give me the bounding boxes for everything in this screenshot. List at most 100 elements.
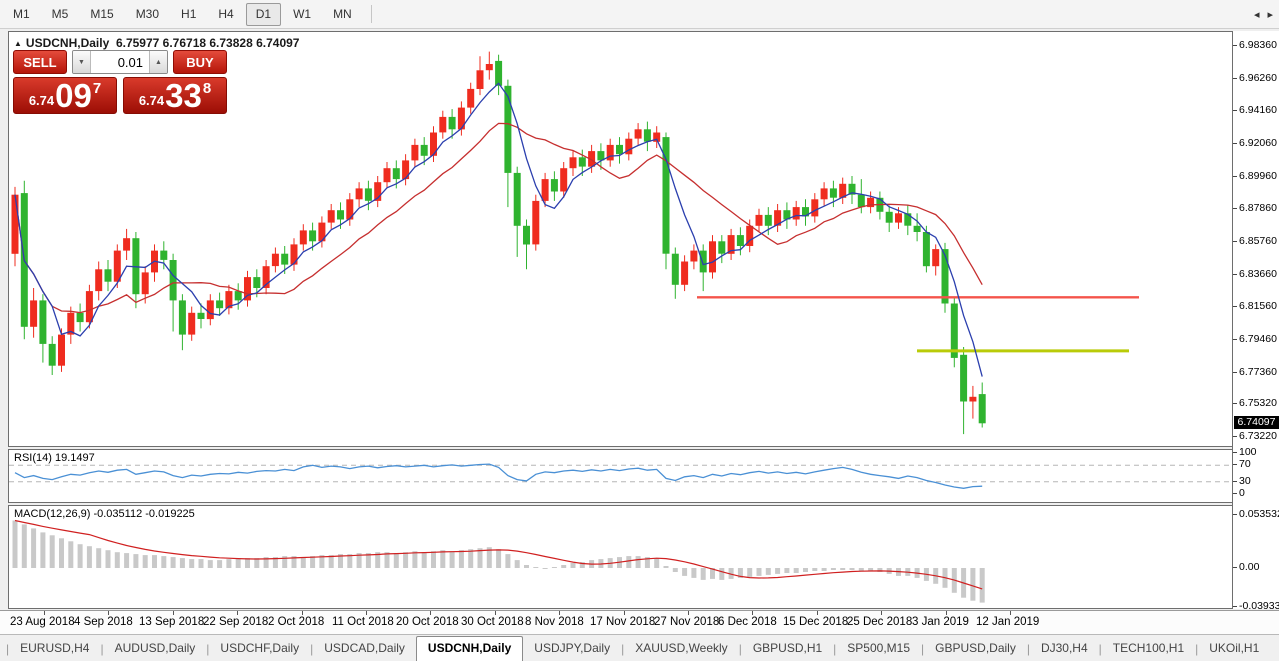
chart-tab-SP500-M15[interactable]: SP500,M15: [836, 637, 921, 661]
timeframe-button-MN[interactable]: MN: [323, 3, 362, 26]
chart-tab-bar: | EURUSD,H4|AUDUSD,Daily|USDCHF,Daily|US…: [0, 634, 1279, 661]
price-axis-label: 6.96260: [1239, 72, 1277, 84]
date-axis-tick: [44, 611, 45, 615]
date-axis-tick: [881, 611, 882, 615]
macd-axis-label: 0.00: [1239, 561, 1259, 573]
timeframe-button-M5[interactable]: M5: [42, 3, 79, 26]
timeframe-button-W1[interactable]: W1: [283, 3, 321, 26]
date-axis-tick: [108, 611, 109, 615]
chart-tab-USDJPY-Daily[interactable]: USDJPY,Daily: [523, 637, 621, 661]
date-axis-label: 17 Nov 2018: [590, 616, 655, 628]
timeframe-button-M30[interactable]: M30: [126, 3, 169, 26]
chart-tab-GBPUSD-Daily[interactable]: GBPUSD,Daily: [924, 637, 1027, 661]
price-axis-label: 6.77360: [1239, 366, 1277, 378]
price-axis-label: 6.85760: [1239, 235, 1277, 247]
price-axis-label: 6.98360: [1239, 39, 1277, 51]
sell-button[interactable]: SELL: [13, 50, 67, 74]
axis-tick: [1233, 493, 1237, 494]
tab-scroll-right-icon[interactable]: ▸: [1267, 9, 1273, 21]
date-axis-tick: [366, 611, 367, 615]
axis-tick: [1233, 514, 1237, 515]
date-axis-tick: [688, 611, 689, 615]
sell-price-display[interactable]: 6.74 09 7: [13, 77, 117, 114]
axis-tick: [1233, 403, 1237, 404]
date-axis-label: 30 Oct 2018: [461, 616, 524, 628]
date-axis-tick: [817, 611, 818, 615]
chart-tab-TECH100-H1[interactable]: TECH100,H1: [1102, 637, 1195, 661]
date-axis-label: 27 Nov 2018: [654, 616, 719, 628]
chart-ohlc-values: 6.75977 6.76718 6.73828 6.74097: [116, 36, 300, 50]
chart-tab-DJ30-H4[interactable]: DJ30,H4: [1030, 637, 1099, 661]
tab-separator: |: [1195, 642, 1198, 656]
buy-button[interactable]: BUY: [173, 50, 227, 74]
axis-tick: [1233, 45, 1237, 46]
lot-decrease-button[interactable]: ▼: [73, 51, 91, 73]
axis-tick: [1233, 372, 1237, 373]
date-axis-label: 12 Jan 2019: [976, 616, 1039, 628]
timeframe-button-M15[interactable]: M15: [80, 3, 123, 26]
chart-tab-XAUUSD-Weekly[interactable]: XAUUSD,Weekly: [624, 637, 738, 661]
axis-tick: [1233, 143, 1237, 144]
date-axis-label: 6 Dec 2018: [718, 616, 777, 628]
date-axis-tick: [1010, 611, 1011, 615]
axis-tick: [1233, 274, 1237, 275]
price-axis-label: 6.83660: [1239, 268, 1277, 280]
date-axis-tick: [559, 611, 560, 615]
sell-price-big-digits: 09: [55, 81, 92, 111]
price-axis-label: 6.94160: [1239, 104, 1277, 116]
macd-chart-canvas: [9, 506, 1232, 608]
axis-tick: [1233, 481, 1237, 482]
tab-separator: |: [621, 642, 624, 656]
rsi-axis-label: 70: [1239, 458, 1251, 470]
buy-price-display[interactable]: 6.74 33 8: [123, 77, 227, 114]
tab-separator: |: [833, 642, 836, 656]
axis-tick: [1233, 78, 1237, 79]
chart-title: ▲ USDCNH,Daily 6.75977 6.76718 6.73828 6.…: [14, 36, 299, 50]
date-axis-tick: [752, 611, 753, 615]
date-axis-tick: [624, 611, 625, 615]
lot-increase-button[interactable]: ▲: [149, 51, 167, 73]
timeframe-button-D1[interactable]: D1: [246, 3, 281, 26]
timeframe-toolbar: M1M5M15M30H1H4D1W1MN: [0, 0, 1279, 29]
axis-tick: [1233, 606, 1237, 607]
chart-tab-USDCAD-Daily[interactable]: USDCAD,Daily: [313, 637, 416, 661]
chart-tab-USDCHF-Daily[interactable]: USDCHF,Daily: [209, 637, 310, 661]
timeframe-button-H4[interactable]: H4: [208, 3, 243, 26]
price-axis-label: 6.79460: [1239, 333, 1277, 345]
tab-separator: |: [1099, 642, 1102, 656]
buy-price-big-digits: 33: [165, 81, 202, 111]
price-axis[interactable]: 6.983606.962606.941606.920606.899606.878…: [1232, 31, 1279, 609]
price-axis-label: 6.89960: [1239, 170, 1277, 182]
chart-tab-UKOil-H1[interactable]: UKOil,H1: [1198, 637, 1270, 661]
tab-separator: |: [1027, 642, 1030, 656]
price-axis-label: 6.92060: [1239, 137, 1277, 149]
one-click-trading-widget: SELL ▼ 0.01 ▲ BUY 6.74 09 7 6.74 33 8: [13, 50, 231, 114]
timeframe-button-H1[interactable]: H1: [171, 3, 206, 26]
tab-separator: |: [6, 642, 9, 656]
timeframe-button-M1[interactable]: M1: [3, 3, 40, 26]
chart-symbol-label: USDCNH,Daily: [26, 36, 109, 50]
collapse-triangle-icon[interactable]: ▲: [14, 39, 22, 48]
lot-size-input[interactable]: 0.01: [91, 51, 149, 73]
tab-scroll-left-icon[interactable]: ◂: [1254, 9, 1260, 21]
price-axis-label: 6.73220: [1239, 430, 1277, 442]
axis-tick: [1233, 452, 1237, 453]
date-axis-label: 22 Sep 2018: [203, 616, 268, 628]
date-axis-label: 15 Dec 2018: [783, 616, 848, 628]
rsi-indicator-panel: RSI(14) 19.1497: [8, 449, 1233, 503]
chart-tab-USDCNH-Daily[interactable]: USDCNH,Daily: [416, 636, 523, 661]
chart-tab-EURUSD-H4[interactable]: EURUSD,H4: [9, 637, 100, 661]
tab-separator: |: [921, 642, 924, 656]
date-axis-label: 13 Sep 2018: [139, 616, 204, 628]
date-axis-tick: [946, 611, 947, 615]
axis-tick: [1233, 436, 1237, 437]
axis-tick: [1233, 567, 1237, 568]
chart-tab-GBPUSD-H1[interactable]: GBPUSD,H1: [742, 637, 833, 661]
axis-tick: [1233, 208, 1237, 209]
time-axis[interactable]: 23 Aug 20184 Sep 201813 Sep 201822 Sep 2…: [0, 610, 1279, 634]
buy-price-pip-digit: 8: [203, 80, 211, 97]
date-axis-label: 23 Aug 2018: [10, 616, 75, 628]
macd-axis-label: 0.053532: [1239, 508, 1279, 520]
sell-price-pip-digit: 7: [93, 80, 101, 97]
chart-tab-AUDUSD-Daily[interactable]: AUDUSD,Daily: [104, 637, 207, 661]
